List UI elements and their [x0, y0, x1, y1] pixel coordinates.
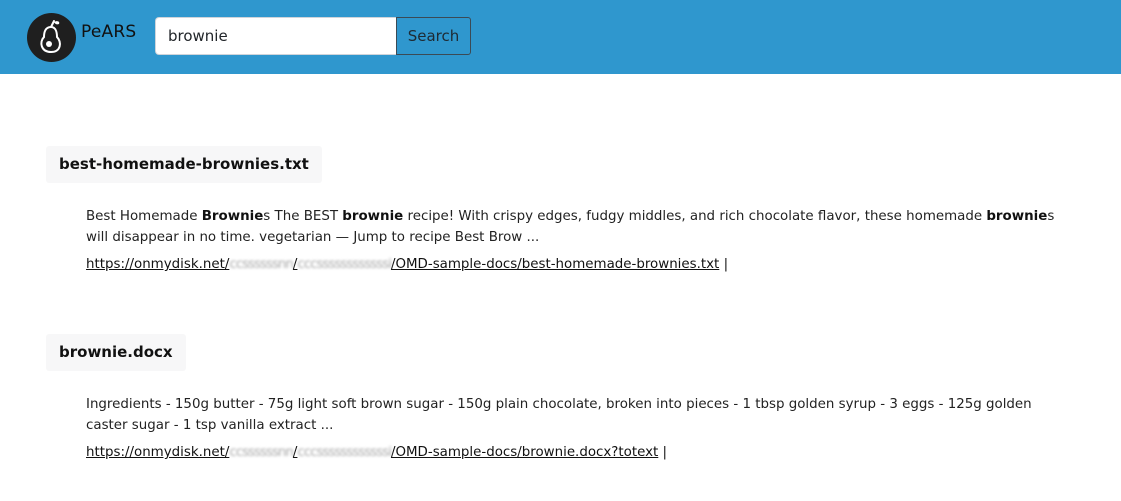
- result-snippet: Best Homemade Brownies The BEST brownie …: [86, 206, 1076, 248]
- result-url-link[interactable]: https://onmydisk.net/ccssssssnn/cccsssss…: [86, 445, 658, 460]
- result-url-link[interactable]: https://onmydisk.net/ccssssssnn/cccsssss…: [86, 257, 719, 272]
- result-title[interactable]: best-homemade-brownies.txt: [46, 146, 322, 183]
- url-prefix: https://onmydisk.net/: [86, 445, 230, 460]
- url-suffix: /OMD-sample-docs/brownie.docx?totext: [390, 445, 659, 460]
- result-title[interactable]: brownie.docx: [46, 334, 186, 371]
- redacted-url-part: cccssssssssssssi: [297, 257, 392, 272]
- url-separator-bar: |: [719, 257, 729, 272]
- search-button[interactable]: Search: [396, 17, 471, 55]
- pear-logo-icon[interactable]: [27, 13, 76, 62]
- top-navbar: PeARS Search: [0, 0, 1121, 74]
- redacted-url-part: ccssssssnn: [229, 257, 294, 272]
- search-input[interactable]: [155, 17, 397, 55]
- result-url-line: https://onmydisk.net/ccssssssnn/cccsssss…: [86, 257, 1086, 272]
- snippet-text: Ingredients - 150g butter - 75g light so…: [86, 397, 1032, 433]
- highlighted-term: brownie: [986, 209, 1048, 224]
- highlighted-term: brownie: [342, 209, 404, 224]
- snippet-text: Best Homemade: [86, 209, 202, 224]
- search-result: best-homemade-brownies.txt Best Homemade…: [46, 146, 1086, 272]
- url-separator-bar: |: [658, 445, 668, 460]
- redacted-url-part: cccssssssssssssi: [297, 445, 392, 460]
- search-result: brownie.docx Ingredients - 150g butter -…: [46, 334, 1086, 460]
- highlighted-term: Brownie: [201, 209, 264, 224]
- result-snippet: Ingredients - 150g butter - 75g light so…: [86, 394, 1076, 436]
- url-suffix: /OMD-sample-docs/best-homemade-brownies.…: [390, 257, 720, 272]
- redacted-url-part: ccssssssnn: [229, 445, 294, 460]
- result-url-line: https://onmydisk.net/ccssssssnn/cccsssss…: [86, 445, 1086, 460]
- snippet-text: recipe! With crispy edges, fudgy middles…: [403, 209, 987, 224]
- snippet-text: s The BEST: [263, 209, 343, 224]
- brand-name[interactable]: PeARS: [81, 22, 136, 42]
- url-prefix: https://onmydisk.net/: [86, 257, 230, 272]
